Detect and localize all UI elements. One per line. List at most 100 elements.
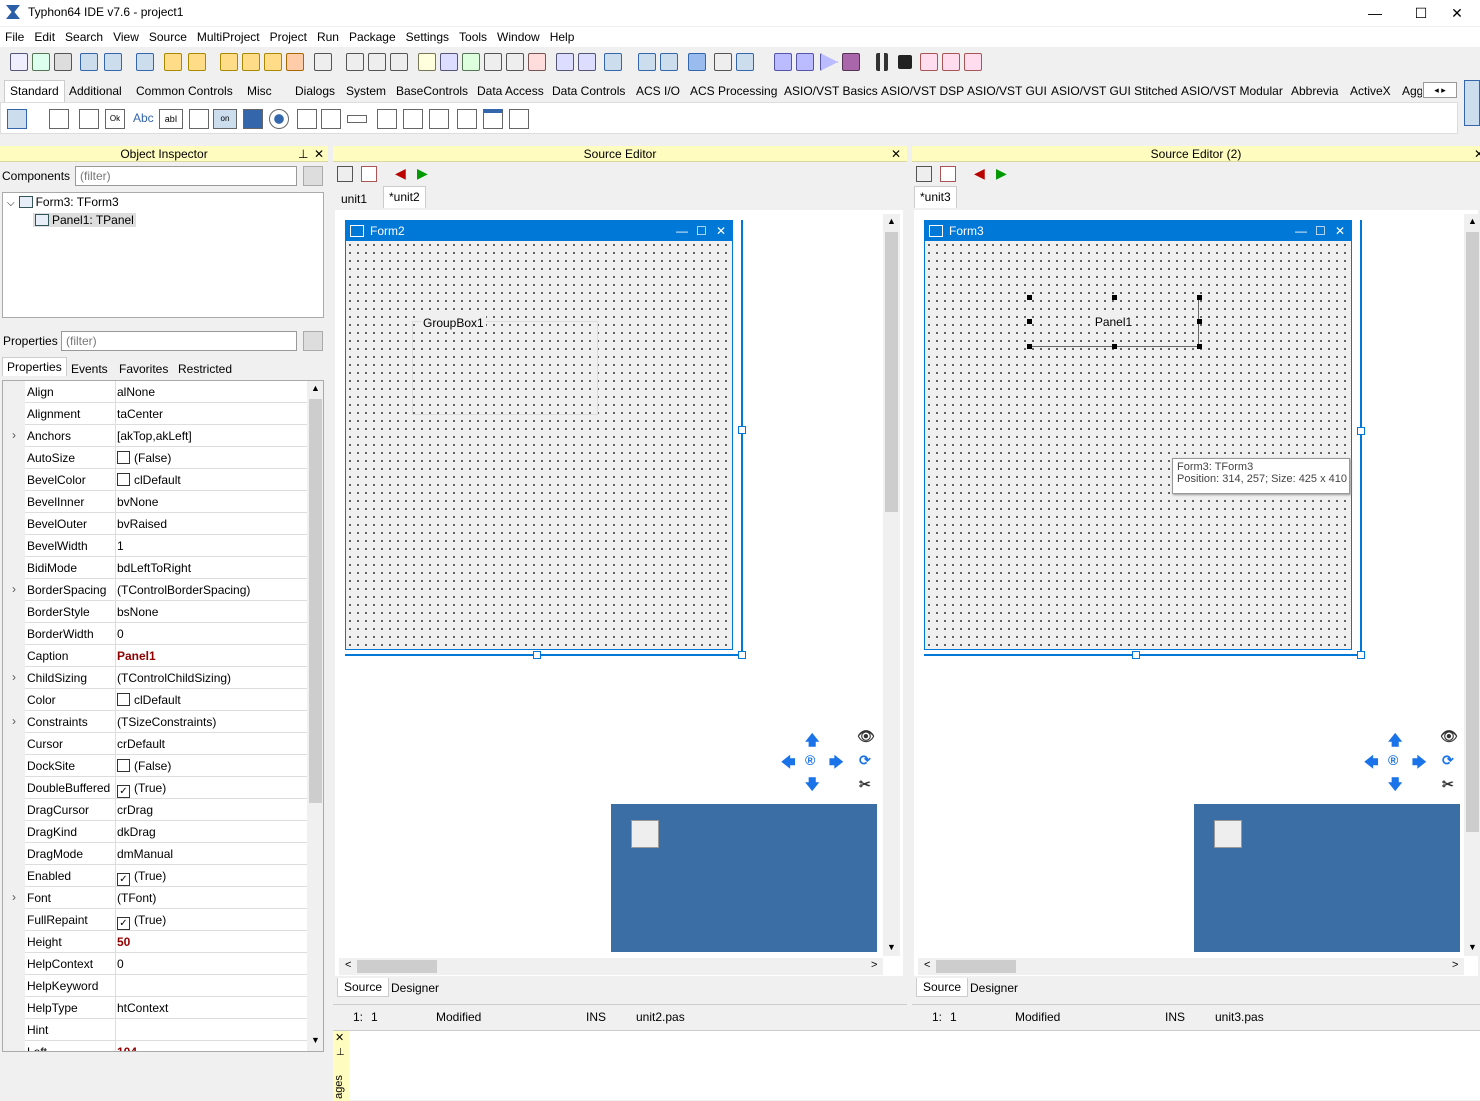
close-icon[interactable]: ✕ <box>891 146 901 162</box>
property-value[interactable]: (TFont) <box>117 891 156 905</box>
build-icon[interactable] <box>638 53 656 71</box>
panel-handle-bl[interactable] <box>1027 344 1032 349</box>
property-value[interactable]: bvRaised <box>117 517 167 531</box>
property-row[interactable]: Height 50 <box>3 931 307 953</box>
back-arrow-icon[interactable]: ◀ <box>974 165 985 182</box>
form2-body[interactable]: GroupBox1 <box>346 241 732 649</box>
pin-icon[interactable]: ⊥ <box>298 146 308 162</box>
label-icon[interactable]: Abc <box>133 111 154 125</box>
palette-tab-misc[interactable]: Misc <box>247 84 272 98</box>
forward-arrow-icon[interactable]: ▶ <box>417 165 428 182</box>
pin-icon[interactable]: ⊥ <box>336 1047 345 1058</box>
tools-icon[interactable]: ✂ <box>1442 776 1454 793</box>
scroll-up-icon[interactable]: ▲ <box>1468 216 1477 226</box>
close-icon[interactable]: ✕ <box>314 146 324 162</box>
save-all-icon[interactable] <box>54 53 72 71</box>
eye-icon[interactable]: 👁 <box>857 728 875 745</box>
main-menu-icon[interactable] <box>49 109 69 129</box>
listbox-icon[interactable] <box>297 109 317 129</box>
nav-left-icon[interactable]: 🡄 <box>781 752 795 776</box>
property-value[interactable]: ✓ (True) <box>117 869 166 886</box>
tools-icon[interactable]: ✂ <box>859 776 871 793</box>
property-row[interactable]: FullRepaint ✓ (True) <box>3 909 307 931</box>
refresh-icon[interactable]: ⟳ <box>859 752 871 769</box>
palette-tab-asio-modular[interactable]: ASIO/VST Modular <box>1181 84 1283 98</box>
property-value[interactable]: taCenter <box>117 407 163 421</box>
property-row[interactable]: DragMode dmManual <box>3 843 307 865</box>
eye-icon[interactable]: 👁 <box>1440 728 1458 745</box>
properties-filter-clear-icon[interactable] <box>303 331 323 351</box>
compile-icon[interactable] <box>660 53 678 71</box>
palette-tab-asio-basics[interactable]: ASIO/VST Basics <box>784 84 878 98</box>
palette-tab-activex[interactable]: ActiveX <box>1350 84 1391 98</box>
property-row[interactable]: › Constraints (TSizeConstraints) <box>3 711 307 733</box>
edit-icon[interactable]: abI <box>159 109 183 129</box>
tab-designer[interactable]: Designer <box>391 981 439 995</box>
designer-vscrollbar[interactable]: ▲ ▼ <box>883 214 900 956</box>
property-grid-scrollbar[interactable]: ▲ ▼ <box>307 381 323 1051</box>
form-minimize-icon[interactable]: — <box>1295 221 1307 241</box>
package-install-icon[interactable] <box>286 53 304 71</box>
properties-filter-input[interactable]: (filter) <box>61 331 297 351</box>
resize-handle-right[interactable] <box>738 426 746 434</box>
package-compile-icon[interactable] <box>242 53 260 71</box>
property-value[interactable]: bsNone <box>117 605 158 619</box>
menu-project[interactable]: Project <box>265 27 312 47</box>
package-icon[interactable] <box>164 53 182 71</box>
nav-right-icon[interactable]: 🡆 <box>1412 752 1426 776</box>
toggle-icon[interactable] <box>462 53 480 71</box>
tab-unit2[interactable]: *unit2 <box>383 186 426 208</box>
property-value[interactable]: 1 <box>117 539 124 553</box>
expand-icon[interactable]: › <box>12 428 16 442</box>
checkbox-checked-icon[interactable]: ✓ <box>117 785 130 798</box>
checkbox-checked-icon[interactable]: ✓ <box>117 873 130 886</box>
property-value[interactable]: (TControlChildSizing) <box>117 671 231 685</box>
property-row[interactable]: › ChildSizing (TControlChildSizing) <box>3 667 307 689</box>
wave-icon[interactable] <box>688 53 706 71</box>
scroll-right-icon[interactable]: > <box>1452 959 1458 971</box>
color-swatch-icon[interactable] <box>117 473 130 486</box>
scrollbar-thumb[interactable] <box>309 399 322 803</box>
palette-tab-system[interactable]: System <box>346 84 386 98</box>
property-value[interactable]: clDefault <box>117 473 181 487</box>
edit-icon[interactable] <box>418 53 436 71</box>
menu-view[interactable]: View <box>108 27 144 47</box>
package-add-icon[interactable] <box>188 53 206 71</box>
property-row[interactable]: BevelColor clDefault <box>3 469 307 491</box>
property-row[interactable]: Hint <box>3 1019 307 1041</box>
menu-help[interactable]: Help <box>545 27 580 47</box>
tab-properties[interactable]: Properties <box>2 357 67 376</box>
menu-search[interactable]: Search <box>60 27 108 47</box>
property-value[interactable]: crDrag <box>117 803 153 817</box>
property-value[interactable]: Panel1 <box>117 649 156 663</box>
editor-list-icon[interactable] <box>940 166 956 182</box>
tab-unit3[interactable]: *unit3 <box>914 186 957 208</box>
align-icon[interactable] <box>556 53 574 71</box>
monitor-icon[interactable] <box>736 53 754 71</box>
property-value[interactable]: dmManual <box>117 847 173 861</box>
property-value[interactable]: (False) <box>117 759 171 773</box>
property-value[interactable]: crDefault <box>117 737 165 751</box>
save-as-icon[interactable] <box>368 53 386 71</box>
nav-right-icon[interactable]: 🡆 <box>829 752 843 776</box>
tree-node-panel1[interactable]: Panel1: TPanel <box>33 213 136 227</box>
palette-tab-dialogs[interactable]: Dialogs <box>295 84 335 98</box>
combobox-icon[interactable] <box>321 109 341 129</box>
form-close-icon[interactable]: ✕ <box>1335 221 1345 241</box>
view-forms-icon[interactable] <box>506 53 524 71</box>
form-minimize-icon[interactable]: — <box>676 221 688 241</box>
property-value[interactable]: clDefault <box>117 693 181 707</box>
tab-designer[interactable]: Designer <box>970 981 1018 995</box>
scrollbar-icon[interactable] <box>347 115 367 123</box>
pointer-icon[interactable] <box>7 109 27 129</box>
property-row[interactable]: Caption Panel1 <box>3 645 307 667</box>
checkbox-unchecked-icon[interactable] <box>117 759 130 772</box>
property-value[interactable]: 0 <box>117 627 124 641</box>
radiogroup-icon[interactable] <box>403 109 423 129</box>
scroll-down-icon[interactable]: ▼ <box>311 1035 320 1045</box>
new-file-icon[interactable] <box>10 53 28 71</box>
property-value[interactable]: (TControlBorderSpacing) <box>117 583 250 597</box>
scroll-right-icon[interactable]: > <box>871 959 877 971</box>
property-row[interactable]: › Font (TFont) <box>3 887 307 909</box>
property-value[interactable]: (TSizeConstraints) <box>117 715 216 729</box>
